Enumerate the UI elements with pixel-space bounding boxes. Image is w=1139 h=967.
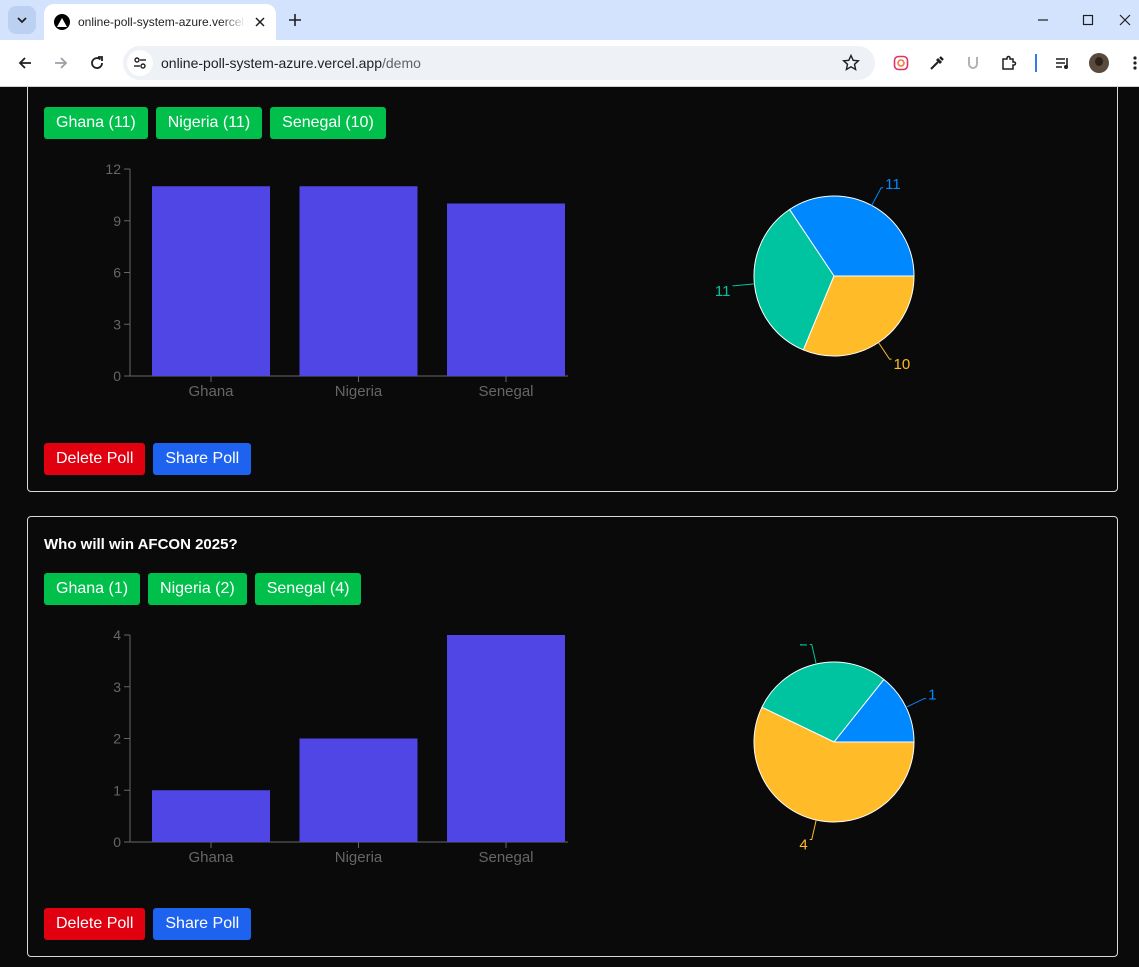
delete-poll-button[interactable]: Delete Poll — [44, 908, 146, 940]
vote-option-button[interactable]: Nigeria (2) — [148, 573, 247, 605]
pie-label: 11 — [715, 283, 731, 300]
page-viewport: Ghana (11) Nigeria (11) Senegal (10) 0 3 6… — [0, 87, 1139, 967]
url-path: /demo — [382, 55, 421, 71]
poll-title: Who will win AFCON 2025? — [44, 536, 238, 553]
vercel-triangle-icon — [54, 14, 70, 30]
site-info-button[interactable] — [127, 50, 153, 76]
url-text: online-poll-system-azure.vercel.app/demo — [161, 55, 421, 71]
minimize-button[interactable] — [1029, 6, 1057, 34]
pie-label: 2 — [799, 644, 807, 650]
pie-chart: 1 2 4 — [753, 644, 936, 853]
vote-option-button[interactable]: Nigeria (11) — [155, 107, 263, 139]
forward-button[interactable] — [48, 50, 74, 76]
close-tab-icon[interactable] — [252, 14, 268, 30]
bar — [299, 186, 418, 376]
bar — [152, 186, 270, 376]
instagram-extension-icon[interactable] — [890, 52, 912, 74]
poll-actions: Delete Poll Share Poll — [44, 908, 252, 940]
y-tick-label: 2 — [113, 731, 121, 747]
poll-card: Who will win AFCON 2025? Ghana (1) Niger… — [27, 516, 1118, 957]
vote-option-button[interactable]: Senegal (10) — [270, 107, 386, 139]
more-menu-icon[interactable] — [1124, 52, 1139, 74]
bar — [299, 738, 418, 842]
y-tick-label: 3 — [113, 316, 121, 332]
media-playlist-icon[interactable] — [1052, 52, 1074, 74]
bar — [152, 790, 270, 842]
poll-options: Ghana (11) Nigeria (11) Senegal (10) — [44, 107, 386, 139]
profile-avatar[interactable] — [1089, 53, 1109, 73]
eyedropper-icon[interactable] — [926, 52, 948, 74]
close-icon — [1119, 14, 1131, 26]
bar — [447, 635, 565, 842]
tab-title: online-poll-system-azure.vercel.app — [78, 15, 246, 29]
close-window-button[interactable] — [1111, 6, 1139, 34]
y-tick-label: 0 — [113, 368, 121, 384]
tab-strip: online-poll-system-azure.vercel.app — [0, 0, 1139, 40]
vote-option-button[interactable]: Senegal (4) — [254, 573, 362, 605]
y-tick-label: 9 — [113, 213, 121, 229]
url-host: online-poll-system-azure.vercel.app — [161, 55, 382, 71]
poll-options: Ghana (1) Nigeria (2) Senegal (4) — [44, 573, 362, 605]
vote-option-button[interactable]: Ghana (1) — [44, 573, 141, 605]
y-tick-label: 6 — [113, 265, 121, 281]
pie-label: 4 — [799, 836, 807, 853]
pie-label: 1 — [928, 687, 936, 704]
x-tick-label: Senegal — [478, 849, 533, 866]
arrow-right-icon — [55, 57, 68, 69]
star-icon — [842, 54, 860, 71]
x-tick-label: Ghana — [188, 849, 234, 866]
toolbar-separator — [1035, 54, 1037, 72]
x-tick-label: Senegal — [478, 383, 533, 400]
browser-tab[interactable]: online-poll-system-azure.vercel.app — [44, 4, 276, 40]
bar-chart: 0 3 6 9 12 Ghana Nigeria Senegal — [105, 162, 568, 400]
reload-icon — [91, 56, 103, 69]
new-tab-button[interactable] — [283, 8, 307, 32]
back-button[interactable] — [12, 50, 38, 76]
bar — [447, 203, 565, 376]
poll-card: Ghana (11) Nigeria (11) Senegal (10) 0 3 6… — [27, 87, 1118, 492]
pie-label-line — [878, 342, 892, 360]
x-tick-label: Nigeria — [335, 849, 383, 866]
y-tick-label: 1 — [113, 782, 121, 798]
pie-label-line — [809, 644, 817, 665]
address-bar[interactable]: online-poll-system-azure.vercel.app/demo — [123, 46, 875, 80]
delete-poll-button[interactable]: Delete Poll — [44, 443, 146, 475]
pie-label: 10 — [894, 356, 911, 373]
tune-icon — [134, 57, 146, 69]
poll-actions: Delete Poll Share Poll — [44, 443, 252, 475]
y-tick-label: 4 — [113, 628, 121, 643]
chevron-down-icon — [17, 17, 27, 24]
tab-search-button[interactable] — [8, 6, 36, 34]
share-poll-button[interactable]: Share Poll — [153, 908, 252, 940]
u-extension-icon[interactable] — [962, 52, 984, 74]
pie-label-line — [905, 698, 927, 708]
reload-button[interactable] — [84, 50, 110, 76]
maximize-icon — [1082, 14, 1094, 26]
vote-option-button[interactable]: Ghana (11) — [44, 107, 148, 139]
maximize-button[interactable] — [1074, 6, 1102, 34]
plus-icon — [289, 14, 301, 26]
share-poll-button[interactable]: Share Poll — [153, 443, 252, 475]
puzzle-extensions-icon[interactable] — [998, 52, 1020, 74]
pie-chart: 11 11 10 — [715, 178, 915, 373]
y-tick-label: 12 — [105, 162, 121, 177]
bookmark-star-button[interactable] — [841, 53, 861, 73]
minimize-icon — [1038, 19, 1048, 21]
y-tick-label: 0 — [113, 834, 121, 850]
pie-label-line — [871, 187, 884, 206]
bar-chart: 0 1 2 3 4 Ghana Nigeria Senegal — [113, 628, 568, 866]
pie-label: 11 — [885, 178, 901, 193]
pie-label-line — [732, 283, 755, 287]
browser-toolbar: online-poll-system-azure.vercel.app/demo — [0, 40, 1139, 87]
arrow-left-icon — [18, 57, 31, 69]
pie-label-line — [809, 819, 817, 840]
y-tick-label: 3 — [113, 679, 121, 695]
x-tick-label: Nigeria — [335, 383, 383, 400]
x-tick-label: Ghana — [188, 383, 234, 400]
